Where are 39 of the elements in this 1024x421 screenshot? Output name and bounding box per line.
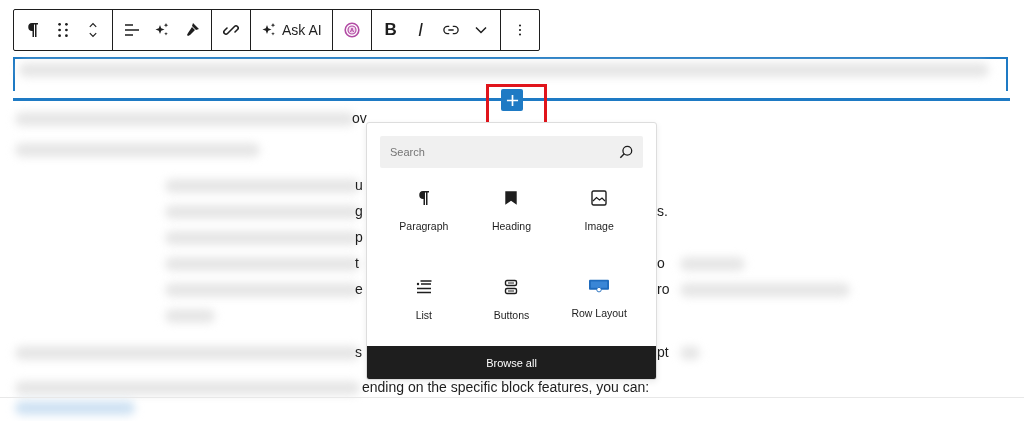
selected-block[interactable] xyxy=(13,57,1008,91)
body-text: e xyxy=(355,280,363,299)
body-text: ov xyxy=(352,109,367,128)
align-left-icon xyxy=(124,22,140,38)
body-text: ending on the specific block features, you can: xyxy=(362,378,650,397)
ask-ai-button[interactable]: Ask AI xyxy=(255,10,328,50)
pilcrow-icon xyxy=(25,22,41,38)
block-option[interactable]: Heading xyxy=(467,190,556,257)
body-text: pt xyxy=(657,343,669,362)
search-field[interactable]: Search xyxy=(380,136,643,168)
plus-icon xyxy=(505,93,519,107)
search-icon xyxy=(619,145,633,159)
brush-icon xyxy=(184,22,200,38)
block-option[interactable]: Row Layout xyxy=(555,279,643,346)
at-sign-logo-icon xyxy=(343,22,360,38)
italic-button[interactable]: I xyxy=(405,10,436,50)
link-icon xyxy=(223,22,239,38)
body-text: s xyxy=(355,343,362,362)
body-text: o xyxy=(657,254,665,273)
block-option[interactable]: Buttons xyxy=(467,279,556,346)
drag-handle-icon xyxy=(55,22,71,38)
buttons-icon xyxy=(503,279,520,295)
row-layout-icon xyxy=(589,279,610,293)
chevron-down-icon xyxy=(474,24,487,36)
browse-all-button[interactable]: Browse all xyxy=(367,346,656,379)
body-text: t xyxy=(355,254,359,273)
block-option[interactable]: Image xyxy=(555,190,643,257)
add-block-button[interactable] xyxy=(501,89,523,111)
block-option[interactable]: Paragraph xyxy=(380,190,468,257)
body-text: u xyxy=(355,176,363,195)
body-text: g xyxy=(355,202,363,221)
body-text: s. xyxy=(657,202,668,221)
bold-button[interactable]: B xyxy=(375,10,406,50)
image-icon xyxy=(591,190,608,206)
body-text: p xyxy=(355,228,363,247)
body-text: ro xyxy=(657,280,670,299)
block-option[interactable]: List xyxy=(380,279,468,346)
list-icon xyxy=(415,279,432,295)
bookmark-icon xyxy=(503,190,520,206)
